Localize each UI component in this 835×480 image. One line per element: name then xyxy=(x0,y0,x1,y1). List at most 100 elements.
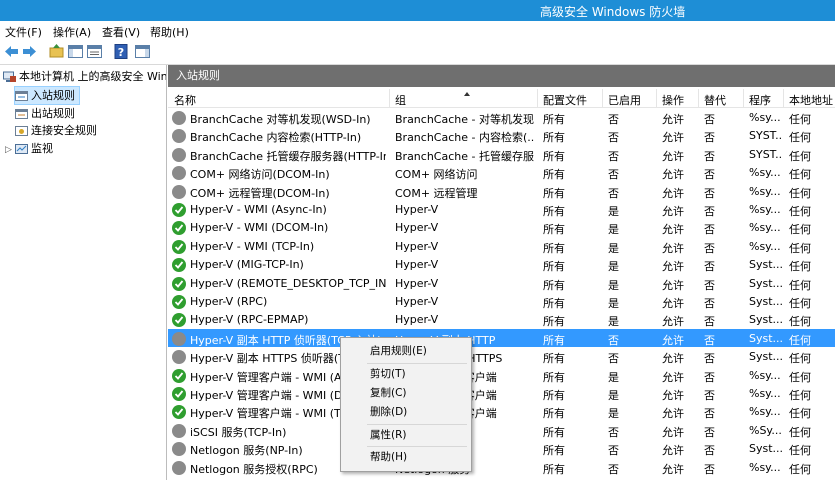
cell-local-address: 任何 xyxy=(789,444,811,458)
cell-action: 允许 xyxy=(662,113,684,126)
menu-bar: 文件(F) 操作(A) 查看(V) 帮助(H) xyxy=(0,21,835,40)
cell-local-address: 任何 xyxy=(789,241,811,255)
cell-profile: 所有 xyxy=(543,186,565,200)
table-row[interactable]: Hyper-V 副本 HTTPS 侦听器(TCP-入站)Hyper-V 副本 H… xyxy=(168,347,835,365)
show-hide-action-pane-icon[interactable] xyxy=(134,43,151,60)
menu-item-properties[interactable]: 属性(R) xyxy=(341,426,471,444)
table-row[interactable]: COM+ 网络访问(DCOM-In) COM+ 网络访问 所有 否 允许 否 %sy... 任… xyxy=(168,163,835,181)
cell-action: 允许 xyxy=(662,425,684,439)
column-group[interactable]: 组 xyxy=(395,92,406,108)
table-row[interactable]: Hyper-V (RPC) Hyper-V 所有 是 允许 否 Syst... 任何 xyxy=(168,292,835,310)
up-folder-icon[interactable] xyxy=(48,43,65,60)
cell-profile: 所有 xyxy=(543,462,565,476)
cell-enabled: 是 xyxy=(608,278,619,292)
title-bar: 高级安全 Windows 防火墙 xyxy=(0,0,835,21)
table-row[interactable]: iSCSI 服务(TCP-In)iSCSI 服务所有否允许否%Sy...任何 xyxy=(168,421,835,439)
table-row[interactable]: Hyper-V 管理客户端 - WMI (DCOM-In)Hyper-V 管理客… xyxy=(168,384,835,402)
cell-override: 否 xyxy=(704,278,715,292)
cell-override: 否 xyxy=(704,186,715,200)
back-icon[interactable] xyxy=(3,43,20,60)
rule-enabled-icon xyxy=(172,203,186,217)
rule-enabled-icon xyxy=(172,276,186,291)
column-local-address[interactable]: 本地地址 xyxy=(789,92,833,108)
table-row[interactable]: BranchCache 对等机发现(WSD-In) BranchCache - 对… xyxy=(168,108,835,126)
cell-override: 否 xyxy=(704,370,715,384)
cell-action: 允许 xyxy=(662,370,684,384)
table-row[interactable]: Hyper-V 副本 HTTP 侦听器(TCP-入站)Hyper-V 副本 HT… xyxy=(168,328,835,347)
cell-override: 否 xyxy=(704,315,715,329)
tree-item-label: 监视 xyxy=(31,142,53,155)
cell-action: 允许 xyxy=(662,407,684,421)
rule-enabled-icon xyxy=(172,313,186,328)
cell-override: 否 xyxy=(704,113,715,126)
cell-action: 允许 xyxy=(662,444,684,458)
column-action[interactable]: 操作 xyxy=(662,92,684,108)
expand-arrow-icon[interactable]: ▷ xyxy=(5,142,15,159)
tree-root[interactable]: 本地计算机 上的高级安全 Wind xyxy=(3,68,166,85)
table-row[interactable]: Hyper-V - WMI (DCOM-In) Hyper-V 所有 是 允许 否 %sy.… xyxy=(168,218,835,236)
table-row[interactable]: Hyper-V (REMOTE_DESKTOP_TCP_IN) Hyper-V 所有… xyxy=(168,274,835,292)
menu-item-copy[interactable]: 复制(C) xyxy=(341,384,471,402)
cell-enabled: 否 xyxy=(608,186,619,200)
cell-local-address: 任何 xyxy=(789,113,811,126)
menu-action[interactable]: 操作(A) xyxy=(53,24,91,40)
cell-enabled: 否 xyxy=(608,425,619,439)
table-row[interactable]: Hyper-V - WMI (Async-In) Hyper-V 所有 是 允许 否 %sy… xyxy=(168,200,835,218)
rules-pane: 入站规则 名称 组 配置文件 已启用 操作 替代 程序 本地地址 BranchC… xyxy=(168,65,835,480)
cell-profile: 所有 xyxy=(543,352,565,366)
cell-local-address: 任何 xyxy=(789,297,811,310)
cell-local-address: 任何 xyxy=(789,168,811,182)
tree-item-connection-security-rules[interactable]: 连接安全规则 xyxy=(15,122,97,139)
help-icon[interactable]: ? xyxy=(113,43,130,60)
tree-item-monitoring[interactable]: ▷ 监视 xyxy=(5,140,53,157)
tree-item-inbound-rules[interactable]: 入站规则 xyxy=(14,86,80,105)
table-row[interactable]: Hyper-V (MIG-TCP-In) Hyper-V 所有 是 允许 否 Syst...… xyxy=(168,255,835,273)
menu-item-cut[interactable]: 剪切(T) xyxy=(341,365,471,383)
table-row[interactable]: Hyper-V 管理客户端 - WMI (Async-In)Hyper-V 管理… xyxy=(168,366,835,384)
menu-item-delete[interactable]: 删除(D) xyxy=(341,403,471,421)
cell-program: %sy... xyxy=(749,111,781,124)
column-profile[interactable]: 配置文件 xyxy=(543,92,587,108)
cell-group: COM+ 远程管理 xyxy=(395,186,478,200)
rule-disabled-icon xyxy=(172,166,186,181)
cell-local-address: 任何 xyxy=(789,278,811,292)
cell-action: 允许 xyxy=(662,333,684,347)
cell-override: 否 xyxy=(704,241,715,255)
column-name[interactable]: 名称 xyxy=(174,92,196,108)
cell-program: %sy... xyxy=(749,405,781,419)
cell-override: 否 xyxy=(704,260,715,274)
cell-program: %sy... xyxy=(749,368,781,382)
cell-local-address: 任何 xyxy=(789,186,811,200)
menu-item-enable-rule[interactable]: 启用规则(E) xyxy=(341,342,471,360)
tree-item-outbound-rules[interactable]: 出站规则 xyxy=(15,105,75,122)
table-row[interactable]: Hyper-V (RPC-EPMAP) Hyper-V 所有 是 允许 否 Syst... 任… xyxy=(168,310,835,328)
column-override[interactable]: 替代 xyxy=(704,92,726,108)
table-row[interactable]: COM+ 远程管理(DCOM-In) COM+ 远程管理 所有 否 允许 否 %sy... 任… xyxy=(168,182,835,200)
cell-profile: 所有 xyxy=(543,425,565,439)
show-hide-tree-icon[interactable] xyxy=(67,43,84,60)
menu-file[interactable]: 文件(F) xyxy=(5,24,42,40)
cell-profile: 所有 xyxy=(543,315,565,329)
menu-help[interactable]: 帮助(H) xyxy=(150,24,189,40)
rule-enabled-icon xyxy=(172,258,186,273)
cell-program: %sy... xyxy=(749,184,781,198)
menu-view[interactable]: 查看(V) xyxy=(102,24,140,40)
forward-icon[interactable] xyxy=(21,43,38,60)
table-row[interactable]: Netlogon 服务授权(RPC)Netlogon 服务所有否允许否%sy..… xyxy=(168,458,835,476)
cell-name: Hyper-V - WMI (DCOM-In) xyxy=(190,221,329,235)
cell-local-address: 任何 xyxy=(789,425,811,439)
rule-enabled-icon xyxy=(172,221,186,236)
cell-group: Hyper-V xyxy=(395,295,439,308)
cell-profile: 所有 xyxy=(543,370,565,384)
table-row[interactable]: BranchCache 托管缓存服务器(HTTP-In) BranchCache … xyxy=(168,145,835,163)
properties-icon[interactable] xyxy=(86,43,103,60)
column-enabled[interactable]: 已启用 xyxy=(608,92,641,108)
menu-item-help[interactable]: 帮助(H) xyxy=(341,448,471,466)
column-program[interactable]: 程序 xyxy=(749,92,771,108)
cell-name: COM+ 网络访问(DCOM-In) xyxy=(190,168,330,182)
table-row[interactable]: Hyper-V - WMI (TCP-In) Hyper-V 所有 是 允许 否 %sy..… xyxy=(168,237,835,255)
rule-disabled-icon xyxy=(172,460,186,475)
table-row[interactable]: BranchCache 内容检索(HTTP-In) BranchCache - 内… xyxy=(168,126,835,144)
table-row[interactable]: Hyper-V 管理客户端 - WMI (TCP-In)Hyper-V 管理客户… xyxy=(168,402,835,420)
table-row[interactable]: Netlogon 服务(NP-In)Netlogon 服务所有否允许否Syst.… xyxy=(168,439,835,457)
